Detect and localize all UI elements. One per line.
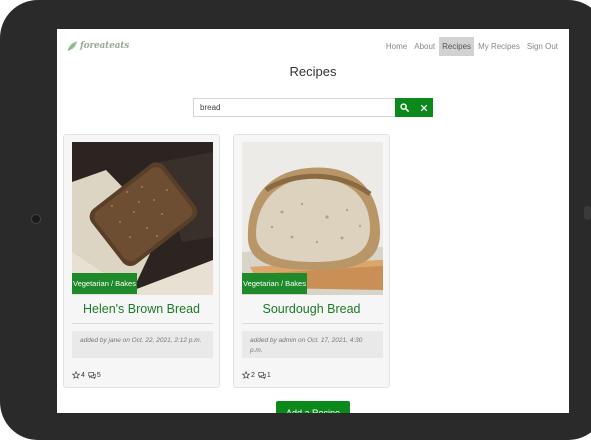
logo-text: foreateats: [80, 41, 130, 51]
navbar: foreateats Home About Recipes My Recipes…: [57, 29, 569, 63]
category-badge: Vegetarian / Bakes: [72, 273, 137, 294]
app-screen: foreateats Home About Recipes My Recipes…: [57, 29, 569, 413]
recipe-image-sourdough[interactable]: Vegetarian / Bakes: [242, 142, 383, 295]
recipe-image-brown-bread[interactable]: Vegetarian / Bakes: [72, 142, 213, 295]
comment-icon: [258, 372, 266, 379]
site-logo[interactable]: foreateats: [67, 39, 129, 53]
leaf-icon: [67, 41, 78, 51]
recipe-meta: added by jane on Oct. 22, 2021, 2:12 p.m…: [72, 331, 213, 358]
recipe-title[interactable]: Sourdough Bread: [234, 302, 389, 316]
comment-icon: [88, 372, 96, 379]
divider: [72, 323, 213, 324]
comments-count: 1: [266, 371, 271, 379]
close-icon: [420, 104, 427, 111]
recipe-stats: 2 1: [242, 371, 274, 379]
search-buttons: [395, 98, 433, 117]
nav-recipes[interactable]: Recipes: [439, 37, 475, 56]
likes-count: 2: [251, 371, 255, 379]
recipe-stats: 4 5: [72, 371, 104, 379]
nav-my-recipes[interactable]: My Recipes: [475, 37, 523, 56]
add-recipe-button[interactable]: Add a Recipe: [276, 401, 350, 413]
category-badge: Vegetarian / Bakes: [242, 273, 307, 294]
likes-count: 4: [81, 371, 85, 379]
star-icon: [72, 371, 80, 379]
page-title: Recipes: [289, 64, 337, 79]
search-input[interactable]: [193, 98, 396, 117]
nav-sign-out[interactable]: Sign Out: [524, 37, 561, 56]
comments-count: 5: [96, 371, 101, 379]
camera-icon: [31, 214, 41, 224]
search-bar: [193, 98, 433, 117]
nav-links: Home About Recipes My Recipes Sign Out: [382, 37, 561, 56]
nav-about[interactable]: About: [411, 37, 438, 56]
recipe-title[interactable]: Helen's Brown Bread: [64, 302, 219, 316]
recipe-card[interactable]: Vegetarian / Bakes Sourdough Bread added…: [233, 134, 390, 388]
star-icon: [242, 371, 250, 379]
search-icon: [400, 103, 409, 112]
search-button[interactable]: [395, 98, 414, 117]
clear-search-button[interactable]: [414, 98, 433, 117]
tablet-side-button: [584, 206, 591, 220]
divider: [242, 323, 383, 324]
nav-home[interactable]: Home: [383, 37, 410, 56]
recipe-card[interactable]: Vegetarian / Bakes Helen's Brown Bread a…: [63, 134, 220, 388]
recipe-meta: added by admin on Oct. 17, 2021, 4:30 p.…: [242, 331, 383, 358]
